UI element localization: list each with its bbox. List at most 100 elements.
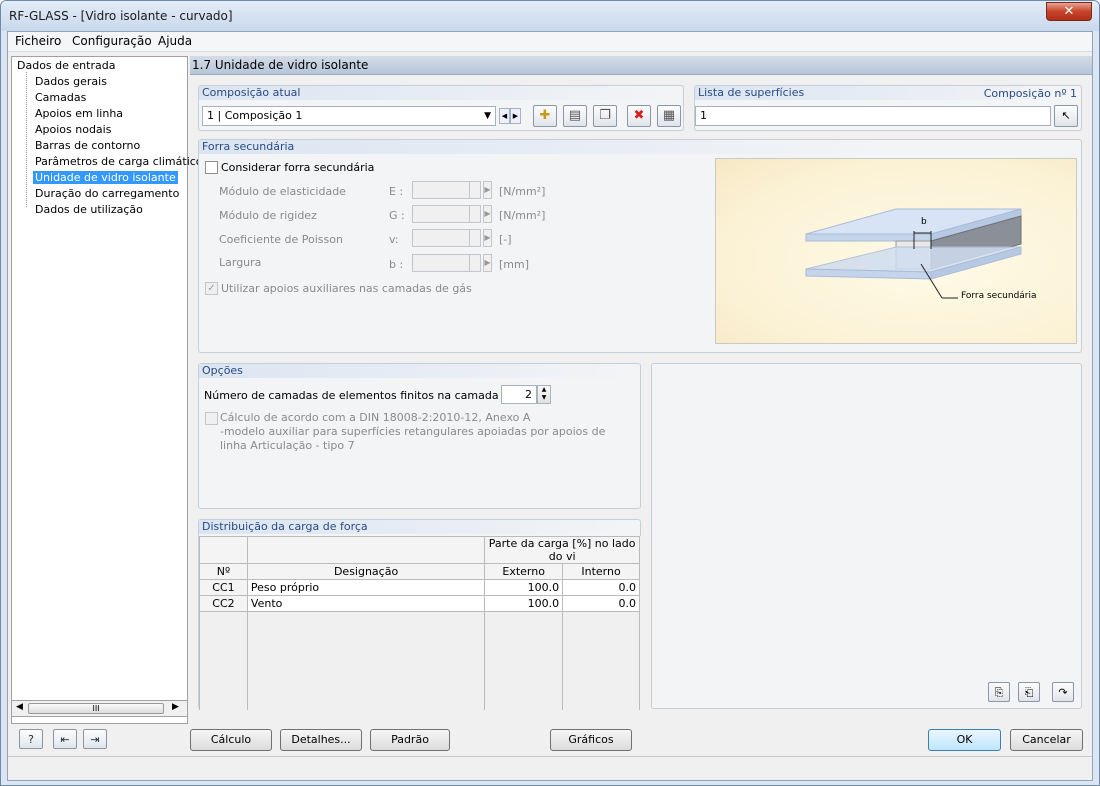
field-label-poisson: Coeficiente de Poisson (219, 233, 343, 246)
tree-root[interactable]: Dados de entrada (17, 59, 115, 72)
row-desig[interactable]: Peso próprio (246, 579, 486, 596)
distribution-header: Distribuição da carga de força (199, 520, 636, 534)
poisson-arrow[interactable]: ▶ (483, 229, 492, 247)
details-button[interactable]: Detalhes... (280, 729, 362, 751)
menu-ficheiro[interactable]: Ficheiro (15, 34, 61, 48)
graphics-button[interactable]: Gráficos (550, 729, 632, 751)
refresh-button[interactable]: ↷ (1052, 682, 1074, 702)
diagram-b-label: b (921, 217, 927, 227)
rigidez-spinner[interactable] (469, 205, 481, 223)
rigidez-arrow[interactable]: ▶ (483, 205, 492, 223)
din-checkbox[interactable] (205, 412, 218, 425)
refresh-icon: ↷ (1058, 686, 1068, 699)
largura-spinner[interactable] (469, 254, 481, 272)
secondary-force-checkbox[interactable] (205, 161, 218, 174)
largura-arrow[interactable]: ▶ (483, 254, 492, 272)
poisson-spinner[interactable] (469, 229, 481, 247)
fe-layers-spinner[interactable]: ▲ ▼ (537, 385, 551, 404)
delete-all-button[interactable]: ▦ (657, 105, 681, 127)
import-button[interactable]: ⎗ (1018, 682, 1040, 702)
delete-icon: ✖ (633, 108, 645, 123)
export-button[interactable]: ⎘ (988, 682, 1010, 702)
menu-bar: Ficheiro Configuração Ajuda (8, 32, 1092, 52)
prev-composition-button[interactable]: ◀ (499, 108, 510, 124)
aux-supports-label: Utilizar apoios auxiliares nas camadas d… (221, 282, 472, 295)
field-symbol-e: E : (389, 185, 404, 198)
table-header-empty (246, 536, 486, 564)
rigidez-input[interactable] (412, 205, 474, 223)
elasticidade-spinner[interactable] (469, 181, 481, 199)
help-icon: ? (28, 733, 34, 746)
tree-item-apoios-linha[interactable]: Apoios em linha (35, 107, 123, 120)
elasticidade-arrow[interactable]: ▶ (483, 181, 492, 199)
help-button[interactable]: ? (19, 729, 43, 749)
menu-ajuda[interactable]: Ajuda (158, 34, 192, 48)
field-unit-g: [N/mm²] (499, 209, 546, 222)
row-ext[interactable]: 100.0 (484, 579, 564, 596)
scroll-right-icon[interactable]: ▶ (172, 702, 179, 712)
table-header-desig: Designação (246, 563, 486, 580)
row-int[interactable]: 0.0 (562, 595, 640, 612)
table-row[interactable]: CC2 Vento 100.0 0.0 (199, 595, 640, 612)
chevron-down-icon: ▼ (484, 111, 491, 121)
glass-unit-illustration (805, 208, 1022, 299)
preview-panel: ⎘ ⎗ ↷ (651, 363, 1082, 709)
next-composition-button[interactable]: ▶ (510, 108, 521, 124)
back-icon: ⇤ (60, 733, 70, 746)
composition-group: Composição atual 1 | Composição 1 ▼ ◀ ▶ … (198, 85, 684, 131)
tree-item-unidade-vidro[interactable]: Unidade de vidro isolante (33, 171, 178, 184)
composition-select[interactable]: 1 | Composição 1 ▼ (202, 106, 496, 126)
scroll-thumb[interactable]: III (28, 703, 164, 714)
tree-item-dados-gerais[interactable]: Dados gerais (35, 75, 107, 88)
elasticidade-input[interactable] (412, 181, 474, 199)
default-button[interactable]: Padrão (370, 729, 450, 751)
table-header-ext: Externo (484, 563, 564, 580)
ok-button[interactable]: OK (928, 729, 1001, 751)
fe-layers-input[interactable]: 2 (501, 385, 537, 404)
tree-connector (26, 72, 27, 207)
import-icon: ⎗ (1024, 686, 1034, 699)
row-int[interactable]: 0.0 (562, 579, 640, 596)
tree-item-duracao[interactable]: Duração do carregamento (35, 187, 179, 200)
back-button[interactable]: ⇤ (53, 729, 77, 749)
tree-item-parametros-carga[interactable]: Parâmetros de carga climáticos (35, 155, 208, 168)
row-desig[interactable]: Vento (246, 595, 486, 612)
row-no: CC2 (199, 595, 248, 612)
copy-composition-button[interactable]: ❐ (593, 105, 617, 127)
poisson-input[interactable] (412, 229, 474, 247)
options-group: Opções Número de camadas de elementos fi… (198, 363, 641, 509)
fe-layers-label: Número de camadas de elementos finitos n… (204, 389, 499, 402)
table-header-int: Interno (562, 563, 640, 580)
new-composition-button[interactable]: ✚ (533, 105, 557, 127)
secondary-force-header: Forra secundária (199, 140, 899, 154)
tree-item-barras-contorno[interactable]: Barras de contorno (35, 139, 140, 152)
edit-composition-button[interactable]: ▤ (563, 105, 587, 127)
close-button[interactable]: ✕ (1046, 2, 1092, 21)
aux-supports-checkbox[interactable]: ✓ (205, 282, 218, 295)
new-icon: ✚ (539, 108, 551, 123)
table-row[interactable]: CC1 Peso próprio 100.0 0.0 (199, 579, 640, 596)
secondary-force-group: Forra secundária Considerar forra secund… (198, 139, 1082, 353)
select-surfaces-button[interactable]: ↖ (1054, 105, 1078, 127)
navigation-tree: Dados de entrada Dados gerais Camadas Ap… (11, 56, 208, 724)
field-symbol-b: b : (389, 258, 404, 271)
menu-configuracao[interactable]: Configuração (72, 34, 152, 48)
din-label-line3: linha Articulação - tipo 7 (220, 439, 355, 452)
delete-composition-button[interactable]: ✖ (627, 105, 651, 127)
tree-item-apoios-nodais[interactable]: Apoios nodais (35, 123, 111, 136)
calc-button[interactable]: Cálculo (190, 729, 272, 751)
din-label-line2: -modelo auxiliar para superfícies retang… (220, 425, 606, 438)
largura-input[interactable] (412, 254, 474, 272)
tree-scrollbar[interactable]: ◀ III ▶ (11, 700, 188, 717)
surfaces-input[interactable]: 1 (695, 106, 1051, 126)
cancel-button[interactable]: Cancelar (1010, 729, 1083, 751)
field-unit-e: [N/mm²] (499, 185, 546, 198)
diagram-force-label: Forra secundária (961, 291, 1037, 301)
forward-button[interactable]: ⇥ (83, 729, 107, 749)
secondary-force-diagram: b Forra secundária (715, 158, 1077, 344)
tree-item-dados-utilizacao[interactable]: Dados de utilização (35, 203, 143, 216)
scroll-left-icon[interactable]: ◀ (16, 702, 23, 712)
close-icon: ✕ (1063, 4, 1075, 19)
tree-item-camadas[interactable]: Camadas (35, 91, 86, 104)
row-ext[interactable]: 100.0 (484, 595, 564, 612)
